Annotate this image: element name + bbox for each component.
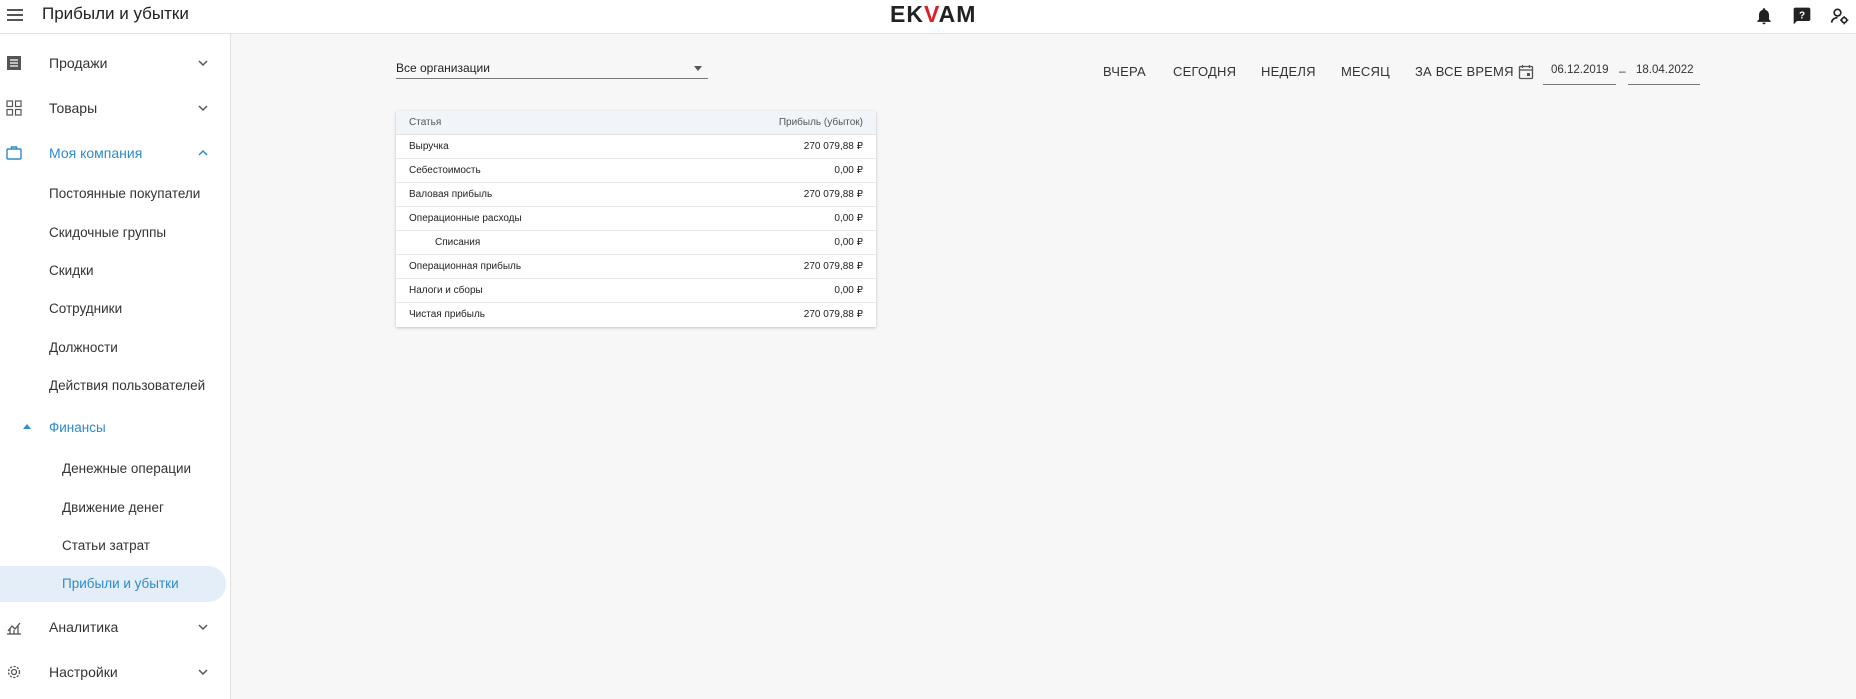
- column-header-item[interactable]: Статья: [409, 117, 441, 128]
- period-month-button[interactable]: МЕСЯЦ: [1341, 64, 1390, 79]
- logo[interactable]: EKVAM: [890, 1, 976, 28]
- organization-select[interactable]: Все организации: [396, 58, 708, 79]
- table-row: Выручка 270 079,88 ₽: [396, 135, 876, 159]
- chevron-down-icon: [198, 60, 208, 67]
- sidebar-item-label: Моя компания: [49, 145, 143, 161]
- grid-icon: [6, 100, 22, 116]
- sidebar-item-regular-customers[interactable]: Постоянные покупатели: [0, 176, 226, 212]
- sidebar-item-label: Продажи: [49, 55, 108, 71]
- period-all-time-button[interactable]: ЗА ВСЕ ВРЕМЯ: [1415, 64, 1514, 79]
- chevron-down-icon: [198, 669, 208, 676]
- page-title: Прибыли и убытки: [42, 4, 189, 23]
- table-row: Себестоимость 0,00 ₽: [396, 159, 876, 183]
- sidebar-item-settings[interactable]: Настройки: [0, 653, 231, 691]
- sidebar-item-discount-groups[interactable]: Скидочные группы: [0, 215, 226, 251]
- list-icon: [7, 56, 21, 70]
- sidebar-item-profit-loss[interactable]: Прибыли и убытки: [0, 566, 226, 602]
- sidebar-item-cost-items[interactable]: Статьи затрат: [0, 528, 226, 564]
- user-settings-icon[interactable]: [1830, 6, 1850, 26]
- sidebar-item-money-operations[interactable]: Денежные операции: [0, 451, 226, 487]
- table-row: Валовая прибыль 270 079,88 ₽: [396, 183, 876, 207]
- period-today-button[interactable]: СЕГОДНЯ: [1173, 64, 1236, 79]
- sidebar-group-finance[interactable]: Финансы: [0, 410, 226, 446]
- sidebar-item-positions[interactable]: Должности: [0, 330, 226, 366]
- sidebar-item-label: Настройки: [49, 664, 118, 680]
- sidebar: Продажи Товары Моя компания Постоянные п…: [0, 34, 231, 699]
- table-row: Списания 0,00 ₽: [396, 231, 876, 255]
- sidebar-item-my-company[interactable]: Моя компания: [0, 134, 231, 172]
- period-yesterday-button[interactable]: ВЧЕРА: [1103, 64, 1146, 79]
- sidebar-item-cash-flow[interactable]: Движение денег: [0, 490, 226, 526]
- sidebar-item-discounts[interactable]: Скидки: [0, 253, 226, 289]
- sidebar-item-analytics[interactable]: Аналитика: [0, 608, 231, 646]
- table-row: Налоги и сборы 0,00 ₽: [396, 279, 876, 303]
- briefcase-icon: [6, 146, 22, 160]
- period-week-button[interactable]: НЕДЕЛЯ: [1261, 64, 1316, 79]
- date-from-input[interactable]: 06.12.2019: [1543, 64, 1616, 85]
- date-to-input[interactable]: 18.04.2022: [1628, 64, 1700, 85]
- menu-icon[interactable]: [7, 9, 23, 23]
- svg-text:?: ?: [1799, 11, 1805, 22]
- notification-bell-icon[interactable]: [1754, 6, 1774, 26]
- chevron-down-icon: [198, 105, 208, 112]
- sidebar-item-products[interactable]: Товары: [0, 89, 231, 127]
- chart-icon: [7, 622, 21, 635]
- chevron-down-icon: [198, 624, 208, 631]
- profit-loss-table: Статья Прибыль (убыток) Выручка 270 079,8…: [396, 111, 876, 327]
- column-header-profit[interactable]: Прибыль (убыток): [779, 117, 863, 128]
- help-icon[interactable]: ?: [1792, 6, 1812, 26]
- top-bar: Прибыли и убытки EKVAM ?: [0, 0, 1856, 34]
- chevron-up-icon: [198, 149, 208, 156]
- table-header: Статья Прибыль (убыток): [396, 111, 876, 135]
- sidebar-item-user-actions[interactable]: Действия пользователей: [0, 368, 226, 404]
- table-row: Операционная прибыль 270 079,88 ₽: [396, 255, 876, 279]
- dropdown-arrow-icon: [694, 66, 702, 71]
- calendar-icon[interactable]: [1518, 64, 1534, 80]
- gear-icon: [7, 665, 21, 679]
- table-row: Операционные расходы 0,00 ₽: [396, 207, 876, 231]
- sidebar-item-label: Аналитика: [49, 619, 119, 635]
- sidebar-item-sales[interactable]: Продажи: [0, 44, 231, 82]
- sidebar-item-label: Товары: [49, 100, 98, 116]
- date-separator: –: [1619, 64, 1626, 78]
- table-row: Чистая прибыль 270 079,88 ₽: [409, 309, 863, 320]
- caret-up-icon: [23, 424, 31, 429]
- sidebar-item-employees[interactable]: Сотрудники: [0, 291, 226, 327]
